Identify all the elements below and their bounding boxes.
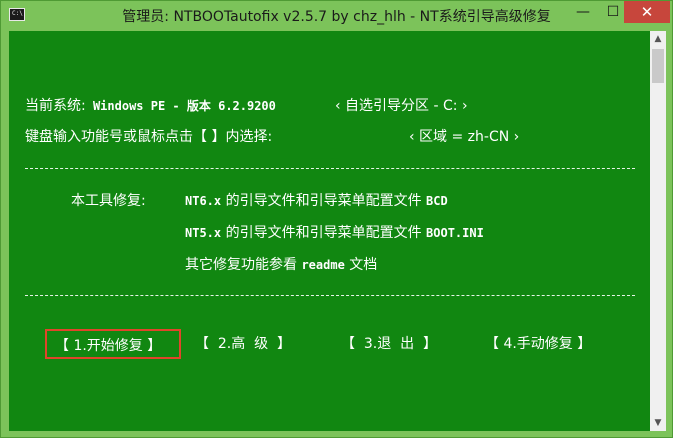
vertical-scrollbar[interactable]: ▲ ▼ [650, 31, 666, 431]
separator-top [25, 168, 635, 169]
region-indicator[interactable]: ‹ 区域 = zh-CN › [409, 128, 519, 146]
nt6-prefix: NT6.x [185, 194, 222, 208]
nt5-text: 的引导文件和引导菜单配置文件 [221, 225, 427, 241]
advanced-button[interactable]: 【 2.高 级 】 [195, 329, 291, 359]
current-system-label: 当前系统: [25, 98, 86, 114]
close-button[interactable]: ✕ [624, 1, 670, 23]
current-system-line: 当前系统: Windows PE - 版本 6.2.9200 [25, 97, 276, 115]
tool-label: 本工具修复: [71, 193, 146, 209]
scroll-thumb[interactable] [652, 49, 664, 83]
other-suffix: 文档 [344, 257, 378, 273]
scroll-up-arrow-icon[interactable]: ▲ [650, 31, 666, 47]
other-text: 其它修复功能参看 [185, 257, 302, 273]
minimize-button[interactable]: — [568, 1, 598, 23]
title-bar[interactable]: C:\ 管理员: NTBOOTautofix v2.5.7 by chz_hlh… [1, 1, 672, 31]
nt6-suffix: BCD [426, 194, 448, 208]
nt5-prefix: NT5.x [185, 226, 222, 240]
partition-selector[interactable]: ‹ 自选引导分区 - C: › [335, 97, 468, 115]
exit-button[interactable]: 【 3.退 出 】 [341, 329, 437, 359]
console-window: C:\ 管理员: NTBOOTautofix v2.5.7 by chz_hlh… [0, 0, 673, 438]
nt5-suffix: BOOT.INI [426, 226, 484, 240]
scroll-down-arrow-icon[interactable]: ▼ [650, 415, 666, 431]
manual-repair-button[interactable]: 【 4.手动修复 】 [485, 329, 591, 359]
input-prompt: 键盘输入功能号或鼠标点击【 】内选择: [25, 129, 273, 145]
nt5-line: NT5.x 的引导文件和引导菜单配置文件 BOOT.INI [185, 224, 484, 242]
nt6-text: 的引导文件和引导菜单配置文件 [221, 193, 427, 209]
readme-reference: readme [301, 258, 345, 272]
other-repair-line: 其它修复功能参看 readme 文档 [185, 256, 377, 274]
separator-bottom [25, 295, 635, 296]
nt6-line: NT6.x 的引导文件和引导菜单配置文件 BCD [185, 192, 448, 210]
start-repair-button[interactable]: 【 1.开始修复 】 [45, 329, 181, 359]
current-system-value: Windows PE - 版本 6.2.9200 [85, 99, 276, 113]
console-area[interactable]: 当前系统: Windows PE - 版本 6.2.9200 ‹ 自选引导分区 … [9, 31, 650, 431]
